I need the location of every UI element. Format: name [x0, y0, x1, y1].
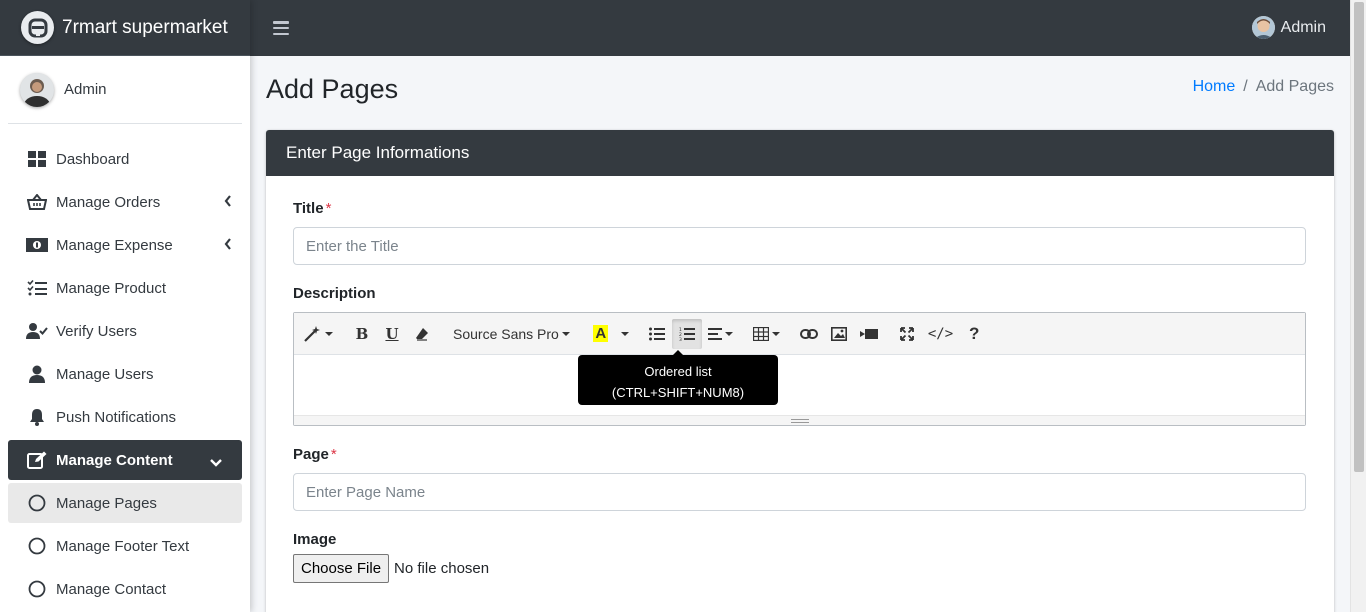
breadcrumb: Home / Add Pages	[1193, 78, 1334, 96]
sidebar-item-manage-orders[interactable]: Manage Orders	[8, 182, 242, 222]
table-icon[interactable]	[747, 319, 786, 349]
sidebar-item-verify-users[interactable]: Verify Users	[8, 311, 242, 351]
topbar: Admin	[250, 0, 1350, 56]
sidebar-item-label: Push Notifications	[56, 408, 177, 426]
image-label: Image	[293, 531, 337, 548]
circle-icon	[26, 536, 48, 556]
magic-style-icon[interactable]	[298, 319, 339, 349]
sidebar-item-dashboard[interactable]: Dashboard	[8, 139, 242, 179]
ordered-list-tooltip: Ordered list (CTRL+SHIFT+NUM8)	[578, 350, 778, 405]
basket-icon	[26, 192, 48, 212]
sidebar-item-manage-product[interactable]: Manage Product	[8, 268, 242, 308]
chevron-left-icon	[224, 237, 232, 254]
sidebar-item-label: Manage Expense	[56, 236, 173, 254]
editor-resize-handle[interactable]	[294, 415, 1305, 425]
circle-icon	[26, 579, 48, 599]
user-icon	[26, 364, 48, 384]
link-icon[interactable]	[794, 319, 824, 349]
page-title: Add Pages	[266, 74, 399, 104]
content-header: Add Pages Home / Add Pages	[266, 70, 1334, 110]
chevron-left-icon	[224, 194, 232, 211]
sidebar-item-label: Manage Product	[56, 279, 167, 297]
brand-name: 7rmart supermarket	[62, 16, 228, 38]
card-title: Enter Page Informations	[286, 143, 470, 162]
align-dropdown-icon[interactable]	[702, 319, 739, 349]
sidebar-item-label: Manage Orders	[56, 193, 161, 211]
page-name-input[interactable]	[293, 473, 1306, 511]
fullscreen-icon[interactable]	[892, 319, 922, 349]
sidebar-item-manage-footer-text[interactable]: Manage Footer Text	[8, 526, 242, 566]
avatar	[1251, 16, 1275, 39]
sidebar-item-label: Manage Contact	[56, 580, 167, 598]
list-check-icon	[26, 278, 48, 298]
underline-icon[interactable]: U	[377, 319, 407, 349]
edit-icon	[26, 450, 48, 470]
sidebar-item-push-notifications[interactable]: Push Notifications	[8, 397, 242, 437]
breadcrumb-home-link[interactable]: Home	[1193, 78, 1236, 95]
breadcrumb-current: Add Pages	[1255, 78, 1334, 95]
editor-content-area[interactable]	[294, 355, 1305, 415]
page-label: Page *	[293, 446, 337, 463]
rich-text-editor: B U Source Sans Pro A 123 </> ? Ordered …	[293, 312, 1306, 426]
money-icon	[26, 235, 48, 255]
topbar-user-name: Admin	[1280, 18, 1326, 36]
bold-icon[interactable]: B	[347, 319, 377, 349]
sidebar-nav: Dashboard Manage Orders Manage Expense M…	[0, 139, 250, 609]
text-color-icon[interactable]: A	[586, 319, 616, 349]
sidebar-item-label: Dashboard	[56, 150, 130, 168]
breadcrumb-separator: /	[1243, 78, 1248, 95]
font-family-dropdown[interactable]: Source Sans Pro	[445, 319, 578, 349]
sidebar-user-name[interactable]: Admin	[64, 81, 107, 98]
required-marker: *	[330, 446, 337, 463]
sidebar-item-label: Manage Footer Text	[56, 537, 190, 555]
file-status-text: No file chosen	[394, 560, 490, 577]
sidebar-item-manage-expense[interactable]: Manage Expense	[8, 225, 242, 265]
description-label: Description	[293, 285, 376, 302]
sidebar-item-manage-contact[interactable]: Manage Contact	[8, 569, 242, 609]
unordered-list-icon[interactable]	[642, 319, 672, 349]
dashboard-icon	[26, 149, 48, 169]
sidebar-item-label: Verify Users	[56, 322, 137, 340]
sidebar-item-manage-pages[interactable]: Manage Pages	[8, 483, 242, 523]
chevron-down-icon	[210, 454, 222, 471]
circle-icon	[26, 493, 48, 513]
code-view-icon[interactable]: </>	[922, 319, 959, 349]
editor-toolbar: B U Source Sans Pro A 123 </> ?	[294, 313, 1305, 355]
picture-icon[interactable]	[824, 319, 854, 349]
help-icon[interactable]: ?	[959, 319, 989, 349]
card-body: Title* Description B U Source Sans Pro A	[266, 176, 1334, 607]
page-scrollbar[interactable]	[1350, 0, 1366, 612]
topbar-user-menu[interactable]: Admin	[1251, 16, 1326, 39]
card-header: Enter Page Informations	[266, 130, 1334, 176]
video-icon[interactable]	[854, 319, 884, 349]
scrollbar-thumb[interactable]	[1354, 2, 1364, 472]
image-file-input: Choose File No file chosen	[293, 554, 1307, 583]
ordered-list-icon[interactable]: 123	[671, 318, 702, 349]
sidebar-item-label: Manage Users	[56, 365, 154, 383]
sidebar-item-label: Manage Pages	[56, 494, 157, 512]
hamburger-menu-icon[interactable]	[273, 21, 289, 35]
sidebar-item-manage-content[interactable]: Manage Content	[8, 440, 242, 480]
title-input[interactable]	[293, 227, 1306, 265]
page-form-card: Enter Page Informations Title* Descripti…	[266, 130, 1334, 612]
avatar	[20, 72, 54, 107]
brand-logo-icon	[21, 11, 54, 44]
title-label: Title *	[293, 200, 332, 217]
sidebar: 7rmart supermarket Admin Dashboard Manag…	[0, 0, 250, 612]
sidebar-item-label: Manage Content	[56, 451, 173, 469]
sidebar-item-manage-users[interactable]: Manage Users	[8, 354, 242, 394]
color-dropdown-icon[interactable]	[616, 319, 634, 349]
user-check-icon	[26, 321, 48, 341]
bell-icon	[26, 407, 48, 427]
brand-link[interactable]: 7rmart supermarket	[0, 0, 250, 56]
required-marker: *	[325, 200, 332, 217]
user-panel[interactable]: Admin	[8, 56, 242, 124]
choose-file-button[interactable]: Choose File	[293, 554, 390, 583]
eraser-icon[interactable]	[407, 319, 437, 349]
svg-text:3: 3	[679, 337, 682, 341]
